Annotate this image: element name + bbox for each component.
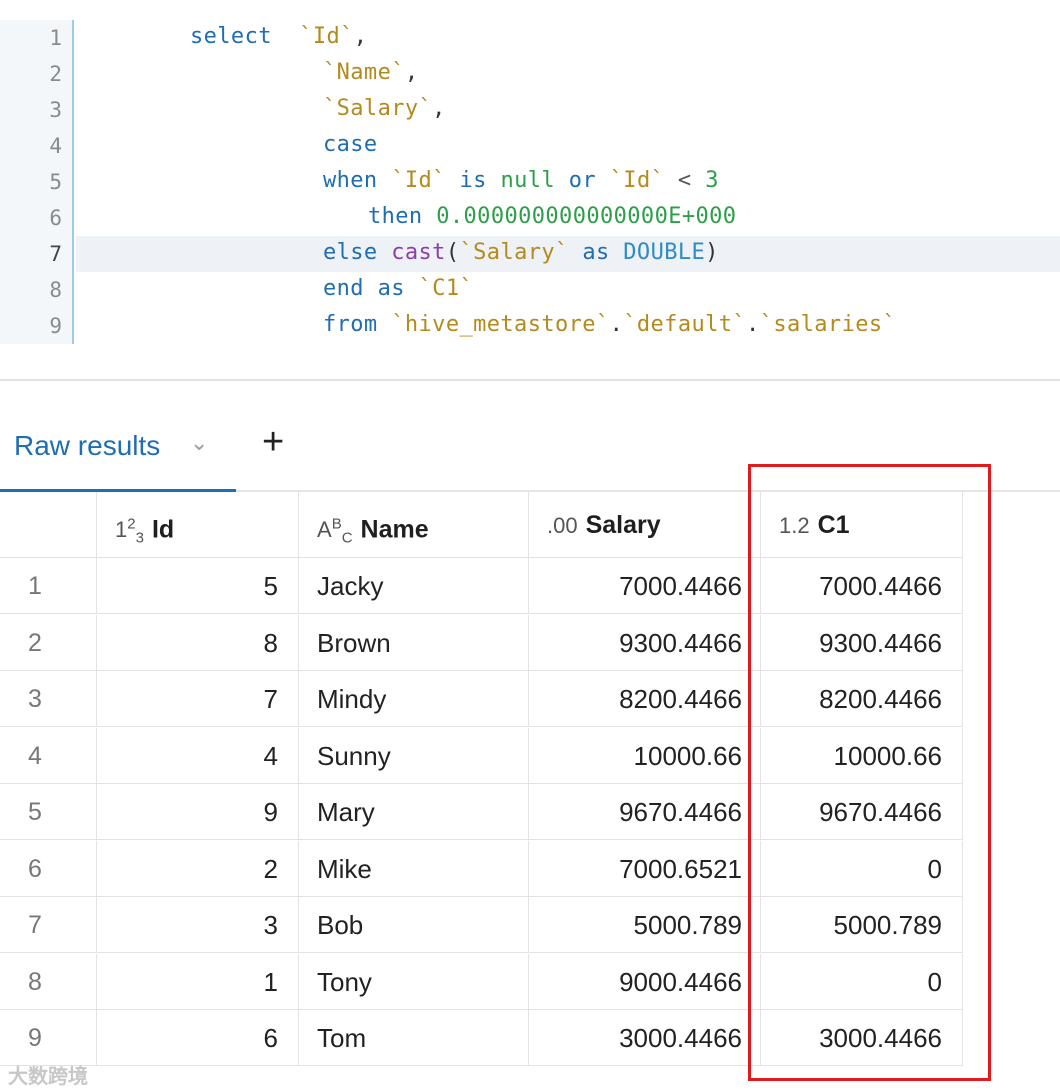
chevron-down-icon[interactable]: ⌄	[190, 430, 208, 456]
code-line[interactable]: 4 case	[0, 128, 1060, 164]
cell-name[interactable]: Jacky	[299, 558, 529, 614]
code-line[interactable]: 2 `Name`,	[0, 56, 1060, 92]
line-number: 5	[49, 170, 62, 194]
cell-salary[interactable]: 5000.789	[529, 897, 761, 953]
code-line[interactable]: 8 end as `C1`	[0, 272, 1060, 308]
decimal-00-icon: .00	[547, 513, 578, 538]
cell-name[interactable]: Bob	[299, 897, 529, 953]
row-number-header	[0, 492, 97, 558]
cell-c1[interactable]: 0	[761, 840, 963, 897]
code-line[interactable]: 3 `Salary`,	[0, 92, 1060, 128]
cell-id[interactable]: 4	[97, 727, 299, 784]
cell-name[interactable]: Mike	[299, 840, 529, 897]
line-number: 4	[49, 134, 62, 158]
cell-name[interactable]: Sunny	[299, 727, 529, 784]
row-number: 4	[0, 727, 97, 784]
column-header-id[interactable]: 123 Id	[97, 492, 299, 558]
double-12-icon: 1.2	[779, 513, 810, 538]
watermark: 大数跨境	[8, 1066, 88, 1088]
row-number: 3	[0, 671, 97, 727]
cell-id[interactable]: 9	[97, 784, 299, 840]
add-tab-button[interactable]: +	[262, 422, 284, 462]
cell-salary[interactable]: 7000.6521	[529, 840, 761, 897]
column-header-salary[interactable]: .00 Salary	[529, 492, 761, 558]
row-number: 2	[0, 614, 97, 671]
row-number: 8	[0, 953, 97, 1010]
cell-c1[interactable]: 8200.4466	[761, 671, 963, 727]
cell-c1[interactable]: 3000.4466	[761, 1010, 963, 1066]
cell-id[interactable]: 1	[97, 953, 299, 1010]
column-header-c1[interactable]: 1.2 C1	[761, 492, 963, 558]
column-header-name[interactable]: ABC Name	[299, 492, 529, 558]
cell-salary[interactable]: 9670.4466	[529, 784, 761, 840]
editor-results-divider[interactable]	[0, 379, 1060, 381]
cell-salary[interactable]: 9300.4466	[529, 614, 761, 671]
cell-salary[interactable]: 10000.66	[529, 727, 761, 784]
cell-id[interactable]: 6	[97, 1010, 299, 1066]
line-number: 7	[49, 242, 62, 266]
cell-c1[interactable]: 9300.4466	[761, 614, 963, 671]
line-number: 3	[49, 98, 62, 122]
cell-id[interactable]: 7	[97, 671, 299, 727]
tab-raw-results[interactable]: Raw results ⌄	[0, 400, 236, 492]
line-number: 8	[49, 278, 62, 302]
cell-id[interactable]: 3	[97, 897, 299, 953]
cell-c1[interactable]: 0	[761, 953, 963, 1010]
cell-salary[interactable]: 3000.4466	[529, 1010, 761, 1066]
abc-string-icon: ABC	[317, 516, 353, 547]
cell-c1[interactable]: 5000.789	[761, 897, 963, 953]
row-number: 5	[0, 784, 97, 840]
cell-c1[interactable]: 9670.4466	[761, 784, 963, 840]
cell-name[interactable]: Tony	[299, 953, 529, 1010]
sql-editor[interactable]: 1 select `Id`, 2 `Name`, 3 `Salary`, 4 c…	[0, 20, 1060, 344]
tab-label: Raw results	[14, 430, 161, 461]
code-line[interactable]: 5 when `Id` is null or `Id` < 3	[0, 164, 1060, 200]
cell-c1[interactable]: 10000.66	[761, 727, 963, 784]
code-line[interactable]: 9 from `hive_metastore`.`default`.`salar…	[0, 308, 1060, 344]
cell-salary[interactable]: 9000.4466	[529, 953, 761, 1010]
line-number: 2	[49, 62, 62, 86]
code-line-current[interactable]: 7 else cast(`Salary` as DOUBLE)	[0, 236, 1060, 272]
cell-c1[interactable]: 7000.4466	[761, 558, 963, 614]
cell-salary[interactable]: 8200.4466	[529, 671, 761, 727]
cell-name[interactable]: Brown	[299, 614, 529, 671]
cell-salary[interactable]: 7000.4466	[529, 558, 761, 614]
123-integer-icon: 123	[115, 516, 144, 547]
cell-name[interactable]: Tom	[299, 1010, 529, 1066]
row-number: 9	[0, 1010, 97, 1066]
row-number: 7	[0, 897, 97, 953]
line-number: 1	[49, 26, 62, 50]
results-tab-bar: Raw results ⌄ +	[0, 400, 1060, 492]
cell-name[interactable]: Mindy	[299, 671, 529, 727]
line-number: 6	[49, 206, 62, 230]
line-number: 9	[49, 314, 62, 338]
cell-id[interactable]: 2	[97, 840, 299, 897]
row-number: 6	[0, 840, 97, 897]
row-number: 1	[0, 558, 97, 614]
code-line[interactable]: 1 select `Id`,	[0, 20, 1060, 56]
cell-id[interactable]: 5	[97, 558, 299, 614]
code-line[interactable]: 6 then 0.000000000000000E+000	[0, 200, 1060, 236]
cell-name[interactable]: Mary	[299, 784, 529, 840]
cell-id[interactable]: 8	[97, 614, 299, 671]
